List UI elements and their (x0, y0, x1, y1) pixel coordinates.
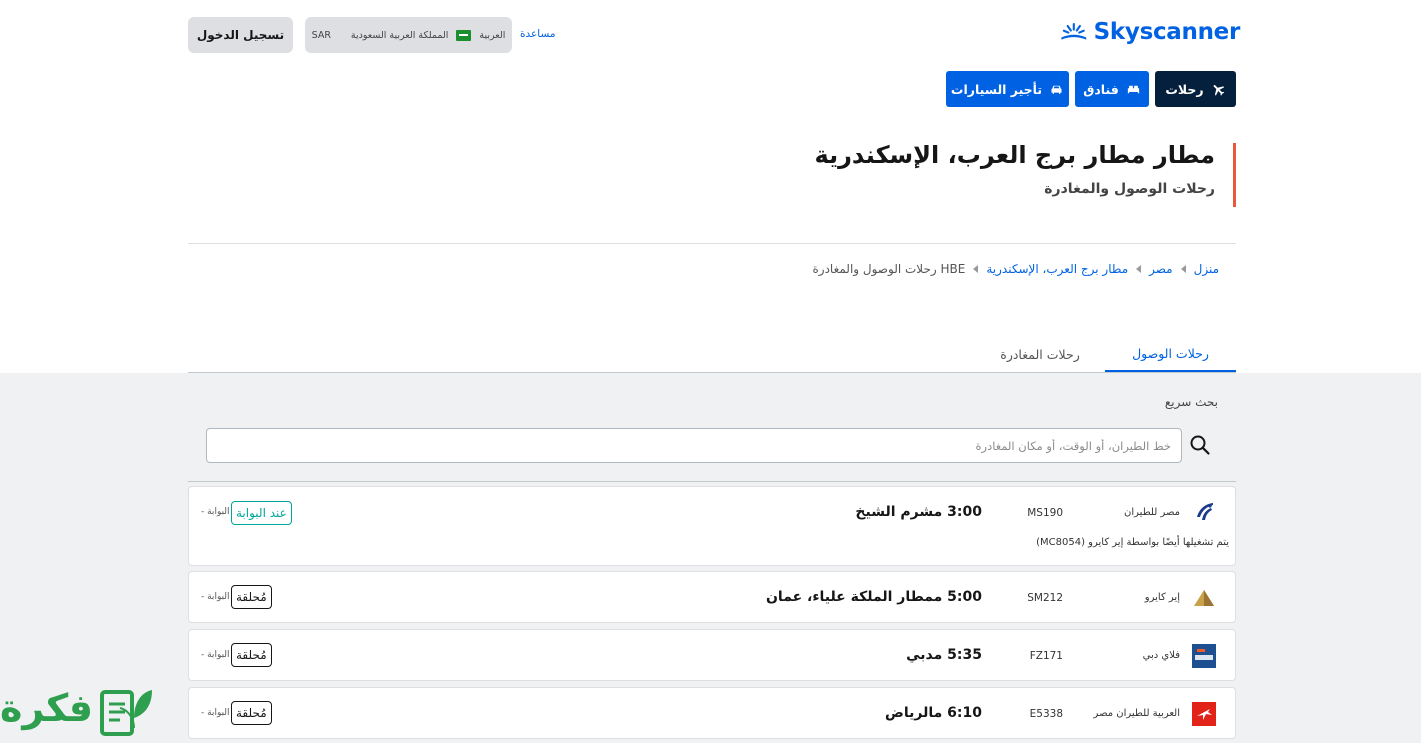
aircairo-pyramid-logo-icon (1194, 590, 1214, 606)
bed-icon (1127, 85, 1139, 93)
gate-info: البوابة - (201, 592, 230, 602)
locale-country: المملكة العربية السعودية (350, 29, 449, 41)
codeshare-info: يتم تشغيلها أيضًا بواسطة إير كايرو (MC80… (1036, 537, 1229, 548)
flight-time-destination: 5:35 مدبي (906, 647, 982, 663)
nav-flights-button[interactable]: رحلات (1155, 71, 1236, 107)
title-accent-bar (1233, 143, 1236, 207)
locale-language: العربية (479, 29, 506, 41)
list-divider (188, 481, 1236, 482)
flight-number: MS190 (1027, 507, 1063, 519)
tab-arrivals[interactable]: رحلات الوصول (1105, 336, 1236, 373)
breadcrumb-current: HBE رحلات الوصول والمغادرة (812, 262, 966, 276)
login-button[interactable]: تسجيل الدخول (188, 17, 293, 53)
locale-selector[interactable]: العربية المملكة العربية السعودية SAR (305, 17, 512, 53)
header-divider (188, 243, 1236, 244)
egyptair-logo-icon (1197, 503, 1213, 520)
search-icon[interactable] (1188, 433, 1212, 457)
flight-time-destination: 6:10 مالرياض (885, 705, 982, 721)
status-badge: عند البوابة (231, 501, 292, 525)
flight-time-destination: 5:00 ممطار الملكة علياء، عمان (765, 589, 982, 605)
flight-time-destination: 3:00 مشرم الشيخ (855, 504, 982, 520)
quick-search-input[interactable] (206, 428, 1182, 463)
status-badge: مُحلقة (231, 701, 272, 725)
gate-info: البوابة - (201, 507, 230, 517)
watermark-text: فكرة (0, 686, 94, 730)
saudi-flag-icon (456, 29, 472, 41)
flight-row[interactable]: فلاي دبي FZ171 5:35 مدبي مُحلقة البوابة … (188, 629, 1236, 681)
flight-number: SM212 (1027, 592, 1063, 604)
tab-departures[interactable]: رحلات المغادرة (978, 336, 1102, 373)
breadcrumb-chevron-icon (1180, 265, 1186, 273)
breadcrumb-airport[interactable]: مطار برج العرب، الإسكندرية (986, 262, 1128, 276)
nav-hotels-button[interactable]: فنادق (1075, 71, 1149, 107)
flydubai-logo-icon (1192, 644, 1216, 668)
airline-name: فلاي دبي (1142, 650, 1180, 661)
flight-row[interactable]: مصر للطيران MS190 3:00 مشرم الشيخ عند ال… (188, 486, 1236, 566)
gate-info: البوابة - (201, 708, 230, 718)
logo-text: Skyscanner (1093, 19, 1241, 45)
breadcrumb-home[interactable]: منزل (1194, 262, 1219, 276)
flight-row[interactable]: العربية للطيران مصر E5338 6:10 مالرياض م… (188, 687, 1236, 739)
flight-number: E5338 (1029, 708, 1063, 720)
flight-number: FZ171 (1029, 650, 1063, 662)
skyscanner-logo[interactable]: Skyscanner (1060, 16, 1240, 48)
status-badge: مُحلقة (231, 643, 272, 667)
airline-name: مصر للطيران (1124, 507, 1180, 518)
help-link[interactable]: مساعدة (520, 28, 555, 40)
breadcrumb-chevron-icon (1136, 265, 1142, 273)
breadcrumb-chevron-icon (973, 265, 979, 273)
flight-row[interactable]: إير كايرو SM212 5:00 ممطار الملكة علياء،… (188, 571, 1236, 623)
car-icon (1051, 85, 1062, 94)
airarabia-logo-icon (1192, 702, 1216, 726)
status-badge: مُحلقة (231, 585, 272, 609)
airline-name: إير كايرو (1144, 592, 1180, 603)
page-subtitle: رحلات الوصول والمغادرة (1044, 181, 1215, 197)
document-leaf-watermark-icon (100, 690, 152, 736)
airplane-icon (1213, 84, 1224, 96)
nav-hotels-label: فنادق (1083, 81, 1119, 97)
breadcrumb-country[interactable]: مصر (1149, 262, 1172, 276)
gate-info: البوابة - (201, 650, 230, 660)
nav-cars-button[interactable]: تأجير السيارات (946, 71, 1069, 107)
locale-currency: SAR (311, 29, 331, 41)
page-title: مطار مطار برج العرب، الإسكندرية (814, 141, 1215, 169)
nav-flights-label: رحلات (1165, 81, 1204, 97)
quick-search-label: بحث سريع (1164, 395, 1218, 409)
nav-cars-label: تأجير السيارات (950, 81, 1043, 97)
tabs-underline (188, 372, 1236, 373)
airline-name: العربية للطيران مصر (1093, 708, 1180, 719)
sunburst-logo-icon (1061, 23, 1087, 40)
breadcrumb: منزل مصر مطار برج العرب، الإسكندرية HBE … (812, 262, 1219, 276)
